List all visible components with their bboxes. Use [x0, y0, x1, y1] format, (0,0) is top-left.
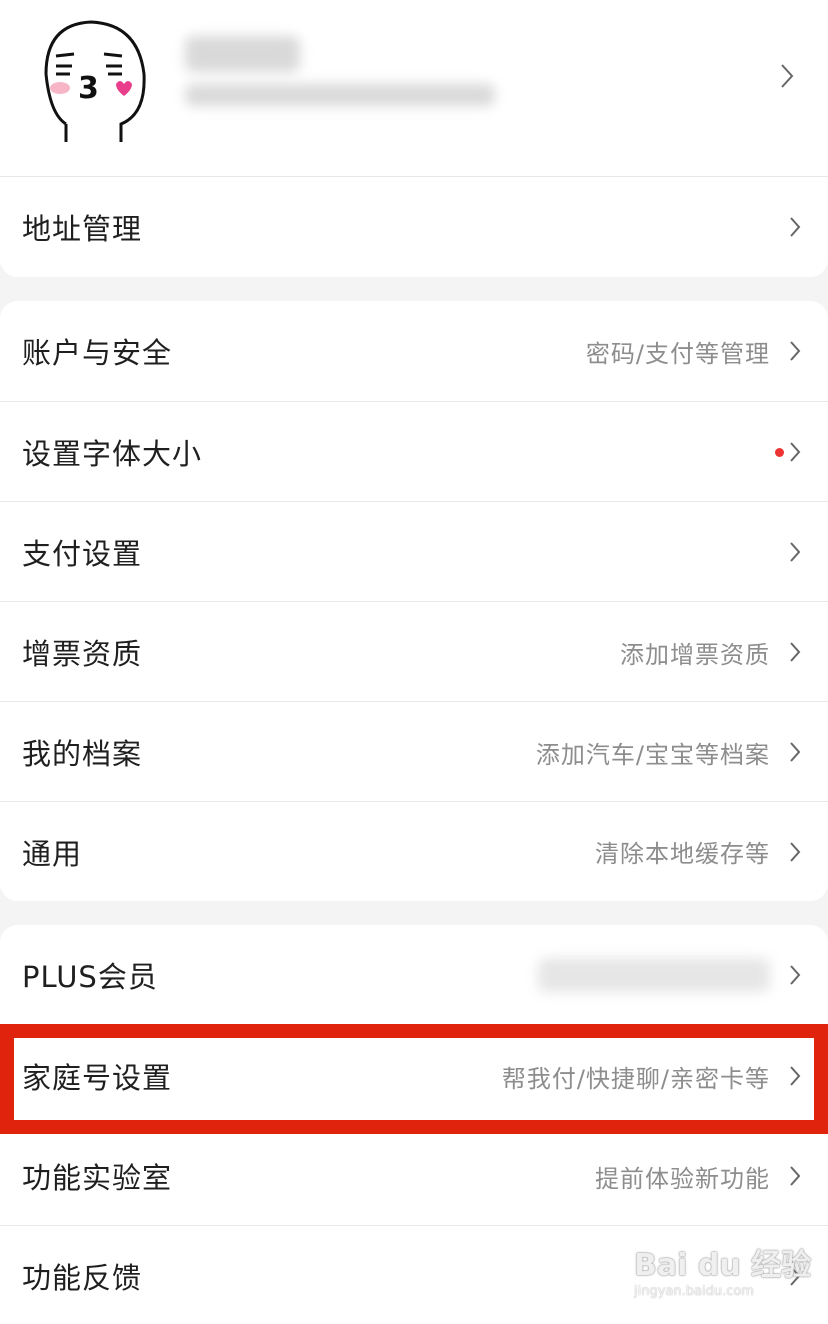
chevron-right-icon [790, 1166, 801, 1186]
row-label: 支付设置 [22, 537, 143, 571]
row-label: 增票资质 [22, 637, 143, 671]
plus-hint-blurred [538, 958, 770, 992]
chevron-right-icon [790, 965, 801, 985]
row-label: 通用 [22, 836, 83, 871]
avatar: 3 [44, 20, 146, 142]
row-family-settings[interactable]: 家庭号设置 帮我付/快捷聊/亲密卡等 [0, 1026, 828, 1126]
profile-sub-blurred [185, 84, 495, 106]
row-my-archive[interactable]: 我的档案 添加汽车/宝宝等档案 [0, 702, 828, 802]
profile-name-blurred [185, 36, 300, 72]
row-feature-lab[interactable]: 功能实验室 提前体验新功能 [0, 1126, 828, 1226]
chevron-right-icon [790, 841, 801, 862]
chevron-right-icon [790, 642, 801, 662]
profile-header[interactable]: 3 [0, 0, 828, 176]
row-label: 设置字体大小 [22, 437, 203, 471]
row-label: PLUS会员 [22, 960, 158, 994]
row-label: 地址管理 [22, 212, 143, 246]
svg-text:3: 3 [78, 71, 99, 106]
chevron-right-icon [790, 217, 801, 237]
row-payment-settings[interactable]: 支付设置 [0, 502, 828, 602]
new-badge-dot [775, 447, 784, 457]
row-general[interactable]: 通用 清除本地缓存等 [0, 802, 828, 901]
row-hint: 提前体验新功能 [595, 1164, 770, 1193]
chevron-right-icon [790, 742, 801, 762]
chevron-right-icon [790, 542, 801, 562]
row-address[interactable]: 地址管理 [0, 177, 828, 277]
baidu-watermark: Bai du 经验 jingyan.baidu.com [634, 1240, 811, 1299]
row-label: 账户与安全 [22, 336, 173, 370]
row-plus-member[interactable]: PLUS会员 [0, 925, 828, 1025]
row-hint: 添加汽车/宝宝等档案 [535, 740, 770, 769]
row-hint: 密码/支付等管理 [585, 339, 770, 368]
watermark-sub: jingyan.baidu.com [634, 1284, 754, 1299]
chevron-right-icon [790, 1066, 801, 1086]
row-hint: 清除本地缓存等 [595, 840, 770, 868]
row-label: 我的档案 [22, 737, 143, 771]
row-account-security[interactable]: 账户与安全 密码/支付等管理 [0, 301, 828, 401]
row-font-size[interactable]: 设置字体大小 [0, 402, 828, 502]
row-hint: 帮我付/快捷聊/亲密卡等 [501, 1064, 770, 1093]
chevron-right-icon [781, 64, 794, 88]
row-label: 家庭号设置 [22, 1061, 173, 1095]
watermark-main: Bai du 经验 [634, 1248, 812, 1283]
row-label: 功能反馈 [22, 1261, 143, 1295]
chevron-right-icon [790, 341, 801, 361]
row-label: 功能实验室 [22, 1161, 173, 1195]
group-address: 地址管理 [0, 177, 828, 277]
row-invoice-qualification[interactable]: 增票资质 添加增票资质 [0, 602, 828, 702]
group-settings: 账户与安全 密码/支付等管理 设置字体大小 支付设置 增票资质 添加增票资质 我… [0, 301, 828, 901]
row-hint: 添加增票资质 [620, 640, 770, 669]
chevron-right-icon [790, 442, 801, 462]
